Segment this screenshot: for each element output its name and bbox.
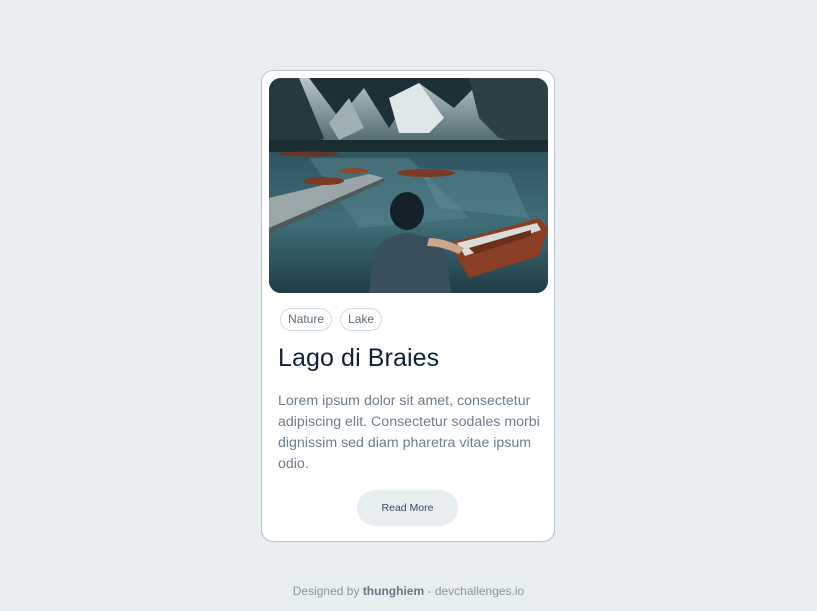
card-photo: [269, 78, 548, 293]
lake-photo-illustration: [269, 78, 548, 293]
footer-author[interactable]: thunghiem: [363, 584, 424, 598]
footer-separator: -: [427, 584, 432, 598]
footer-site[interactable]: devchallenges.io: [435, 584, 524, 598]
read-more-button[interactable]: Read More: [357, 490, 458, 526]
tag-list: Nature Lake: [280, 308, 383, 331]
footer-credit: Designed by thunghiem - devchallenges.io: [0, 584, 817, 598]
card-description: Lorem ipsum dolor sit amet, consectetur …: [278, 393, 540, 472]
footer-prefix: Designed by: [292, 584, 360, 598]
tag-nature[interactable]: Nature: [280, 308, 333, 331]
tag-lake[interactable]: Lake: [340, 308, 383, 331]
card-title: Lago di Braies: [278, 344, 440, 372]
blog-card: Nature Lake Lago di Braies Lorem ipsum d…: [261, 70, 555, 542]
